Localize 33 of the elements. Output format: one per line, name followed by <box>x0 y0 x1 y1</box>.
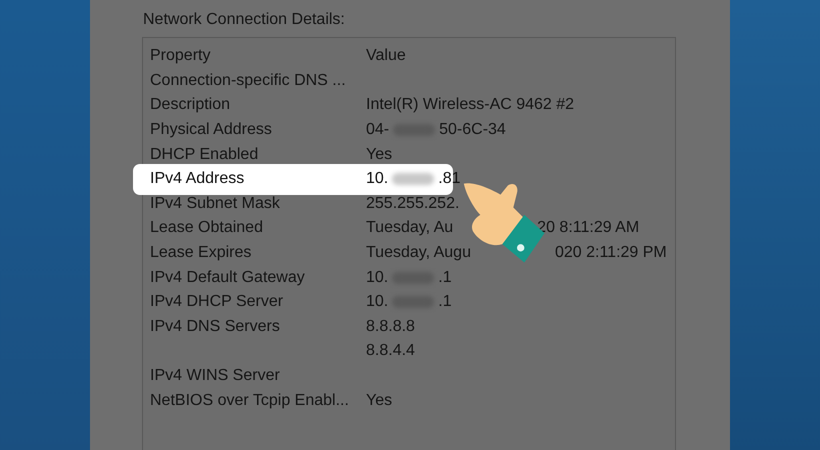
property-value: 10. <box>366 268 388 287</box>
property-value: .1 <box>438 268 452 287</box>
property-value: Tuesday, Au <box>366 219 454 238</box>
property-value: 04- <box>366 121 390 140</box>
property-label: IPv4 Subnet Mask <box>150 194 281 213</box>
dialog-title: Network Connection Details: <box>143 11 345 29</box>
property-value: 8.8.8.8 <box>366 318 415 336</box>
property-label: DHCP Enabled <box>150 146 260 164</box>
property-label: Connection-specific DNS ... <box>150 72 347 90</box>
property-value: 8.8.4.4 <box>366 342 415 360</box>
property-value: Tuesday, Augu <box>366 244 471 262</box>
property-value: 10. <box>366 293 388 312</box>
property-value: Intel(R) Wireless-AC 9462 #2 <box>366 96 574 114</box>
property-value: 255.255.252. <box>366 194 460 213</box>
property-label: IPv4 DNS Servers <box>150 318 281 336</box>
column-header: Property <box>150 47 212 66</box>
property-value: Yes <box>366 392 392 410</box>
property-label: IPv4 Default Gateway <box>150 268 306 287</box>
property-label: NetBIOS over Tcpip Enabl... <box>150 392 350 410</box>
blur-patch <box>392 173 434 186</box>
property-value: Yes <box>366 146 392 164</box>
property-label: IPv4 DHCP Server <box>150 293 284 312</box>
property-value: .1 <box>438 293 452 312</box>
property-label: IPv4 WINS Server <box>150 367 281 386</box>
property-label: Lease Expires <box>150 244 252 262</box>
property-value: 020 2:11:29 PM <box>554 244 667 262</box>
property-value: 10. <box>366 170 388 188</box>
property-label: Lease Obtained <box>150 219 264 238</box>
property-label: IPv4 Address <box>150 170 246 188</box>
property-value: 50-6C-34 <box>439 121 506 140</box>
column-header: Value <box>366 47 406 66</box>
property-label: Physical Address <box>150 121 273 140</box>
property-label: Description <box>150 96 232 114</box>
